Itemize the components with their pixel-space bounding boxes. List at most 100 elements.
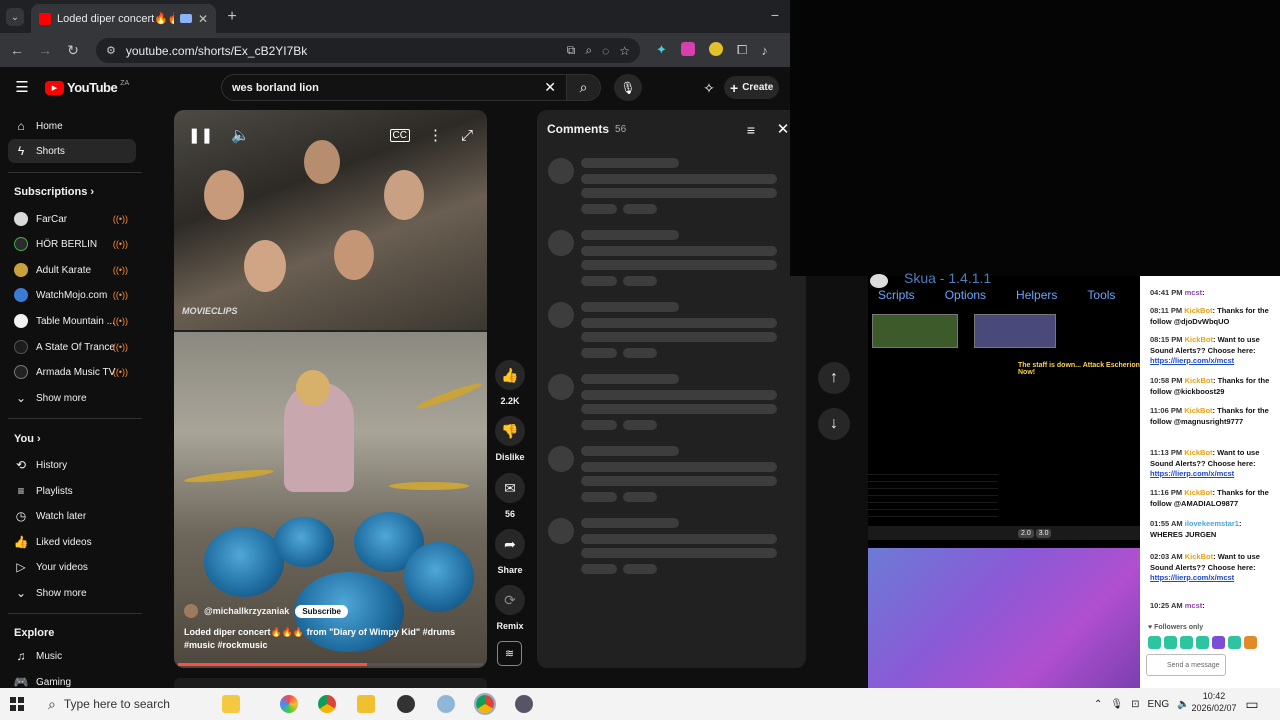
app-icon[interactable] (437, 695, 455, 713)
close-tab-icon[interactable]: ✕ (198, 12, 208, 26)
chevron-up-icon[interactable]: ⌃ (1094, 699, 1102, 710)
you-header[interactable]: You › (14, 433, 41, 445)
remix-icon[interactable]: ⟳ (495, 585, 525, 615)
windows-start-icon[interactable] (10, 697, 24, 711)
address-bar[interactable]: ⚙ youtube.com/shorts/Ex_cB2YI7Bk ⧉ ⌕ ◌ ☆ (96, 38, 640, 63)
emote-icon[interactable] (1164, 636, 1177, 649)
sparkle-icon[interactable]: ✧ (701, 80, 717, 96)
new-tab-button[interactable]: + (222, 8, 242, 26)
subscription-item[interactable]: A State Of Trance ((•)) (8, 335, 136, 359)
create-button[interactable]: + Create (724, 76, 779, 99)
emote-icon[interactable] (1196, 636, 1209, 649)
fullscreen-icon[interactable]: ⤢ (461, 127, 473, 144)
thumbs-down-icon[interactable]: 👎 (495, 416, 525, 446)
extension-icon[interactable]: ✦ (656, 42, 667, 58)
photos-app-icon[interactable] (280, 695, 298, 713)
sidebar-item-music[interactable]: ♫ Music (8, 644, 136, 668)
search-box[interactable]: wes borland lion ✕ (221, 74, 567, 101)
subscribe-button[interactable]: Subscribe (295, 604, 349, 618)
share-action[interactable]: ➦ Share (494, 529, 526, 575)
microphone-icon[interactable]: 🎙 (1110, 699, 1123, 710)
emote-icon[interactable] (1244, 636, 1257, 649)
sort-icon[interactable]: ≡ (743, 122, 759, 138)
comments-action[interactable]: ✉ 56 (494, 473, 526, 519)
thumbs-up-icon[interactable]: 👍 (495, 360, 525, 390)
short-video-player[interactable]: MOVIECLIPS ❚❚ 🔈 CC ⋮ ⤢ @michallkrzyzania… (174, 110, 487, 668)
show-more-subscriptions[interactable]: ⌄ Show more (8, 386, 136, 410)
obs-icon[interactable] (397, 695, 415, 713)
like-action[interactable]: 👍 2.2K (494, 360, 526, 406)
chrome-active-icon[interactable] (474, 693, 496, 715)
search-input[interactable]: wes borland lion (232, 82, 544, 94)
dislike-action[interactable]: 👎 Dislike (494, 416, 526, 462)
menu-scripts[interactable]: Scripts (878, 288, 915, 302)
puzzle-icon[interactable]: ⧠ (737, 42, 747, 58)
subscription-item[interactable]: FarCar ((•)) (8, 207, 136, 231)
emote-icon[interactable] (1148, 636, 1161, 649)
more-options-icon[interactable]: ⋮ (428, 126, 443, 144)
show-more-you[interactable]: ⌄ Show more (8, 581, 136, 605)
voice-search-button[interactable]: 🎙 (614, 74, 642, 101)
subscriptions-header[interactable]: Subscriptions › (14, 186, 94, 198)
close-icon[interactable]: ✕ (775, 121, 791, 138)
subscription-item[interactable]: Table Mountain ... ((•)) (8, 309, 136, 333)
comment-icon[interactable]: ✉ (495, 473, 525, 503)
sidebar-item-shorts[interactable]: ϟ Shorts (8, 139, 136, 163)
copilot-icon[interactable] (222, 695, 240, 713)
subscription-item[interactable]: Armada Music TV ((•)) (8, 360, 136, 384)
media-control-icon[interactable]: ♪ (761, 42, 768, 58)
emote-icon[interactable] (1228, 636, 1241, 649)
search-button[interactable]: ⌕ (567, 74, 601, 101)
extension-icon[interactable] (680, 42, 695, 56)
tab-search-icon[interactable]: ⌄ (6, 8, 24, 26)
eye-off-icon[interactable]: ◌ (602, 44, 609, 58)
menu-options[interactable]: Options (945, 288, 986, 302)
sidebar-item-playlists[interactable]: ≡ Playlists (8, 479, 136, 503)
sidebar-item-history[interactable]: ⟲ History (8, 453, 136, 477)
share-icon[interactable]: ➦ (495, 529, 525, 559)
remix-action[interactable]: ⟳ Remix (494, 585, 526, 631)
reload-icon[interactable]: ↻ (64, 42, 82, 58)
menu-tools[interactable]: Tools (1087, 288, 1115, 302)
emote-icon[interactable] (1212, 636, 1225, 649)
taskbar-search[interactable]: ⌕ Type here to search (38, 692, 208, 716)
chrome-icon[interactable] (318, 695, 336, 713)
file-explorer-icon[interactable] (357, 695, 375, 713)
sidebar-item-watch-later[interactable]: ◷ Watch later (8, 504, 136, 528)
sidebar-item-your-videos[interactable]: ▷ Your videos (8, 555, 136, 579)
site-info-icon[interactable]: ⚙ (106, 44, 116, 57)
subscription-item[interactable]: HÖR BERLIN ((•)) (8, 232, 136, 256)
install-app-icon[interactable]: ⧉ (567, 43, 576, 58)
app-icon[interactable] (515, 695, 533, 713)
sound-waveform-icon[interactable]: ≋ (497, 641, 522, 666)
channel-name[interactable]: @michallkrzyzaniak (204, 606, 289, 616)
menu-helpers[interactable]: Helpers (1016, 288, 1057, 302)
short-title[interactable]: Loded diper concert🔥🔥🔥 from "Diary of Wi… (184, 626, 474, 652)
minimize-button[interactable]: − (766, 6, 784, 24)
stream-game-view[interactable]: Skua - 1.4.1.1 Scripts Options Helpers T… (868, 270, 1140, 688)
browser-tab[interactable]: Loded diper concert🔥🔥🔥 ✕ (31, 4, 216, 33)
volume-icon[interactable]: 🔈 (231, 126, 250, 144)
subscription-item[interactable]: Adult Karate ((•)) (8, 258, 136, 282)
zoom-2x-button[interactable]: 2.0 (1018, 528, 1034, 538)
pause-icon[interactable]: ❚❚ (188, 126, 213, 144)
progress-bar[interactable] (178, 663, 483, 666)
notifications-icon[interactable]: ▭ (1244, 696, 1260, 712)
channel-avatar[interactable] (184, 604, 198, 618)
captions-icon[interactable]: CC (389, 128, 410, 142)
subscription-item[interactable]: WatchMojo.com ((•)) (8, 283, 136, 307)
input-language[interactable]: ENG (1147, 699, 1169, 710)
bookmark-star-icon[interactable]: ☆ (619, 44, 630, 58)
next-short-button[interactable]: ↓ (818, 408, 850, 440)
emote-icon[interactable] (1180, 636, 1193, 649)
youtube-logo[interactable]: ▶ YouTube ZA (45, 80, 129, 95)
chat-message-input[interactable]: Send a message (1146, 654, 1226, 676)
clock[interactable]: 10:42 2026/02/07 (1188, 690, 1240, 714)
forward-arrow-icon[interactable]: → (36, 42, 54, 58)
zoom-icon[interactable]: ⌕ (585, 43, 592, 58)
network-icon[interactable]: ⊡ (1131, 699, 1139, 710)
sidebar-item-liked-videos[interactable]: 👍 Liked videos (8, 530, 136, 554)
back-arrow-icon[interactable]: ← (8, 42, 26, 58)
clear-search-icon[interactable]: ✕ (544, 79, 556, 96)
menu-hamburger-icon[interactable]: ☰ (14, 79, 30, 96)
